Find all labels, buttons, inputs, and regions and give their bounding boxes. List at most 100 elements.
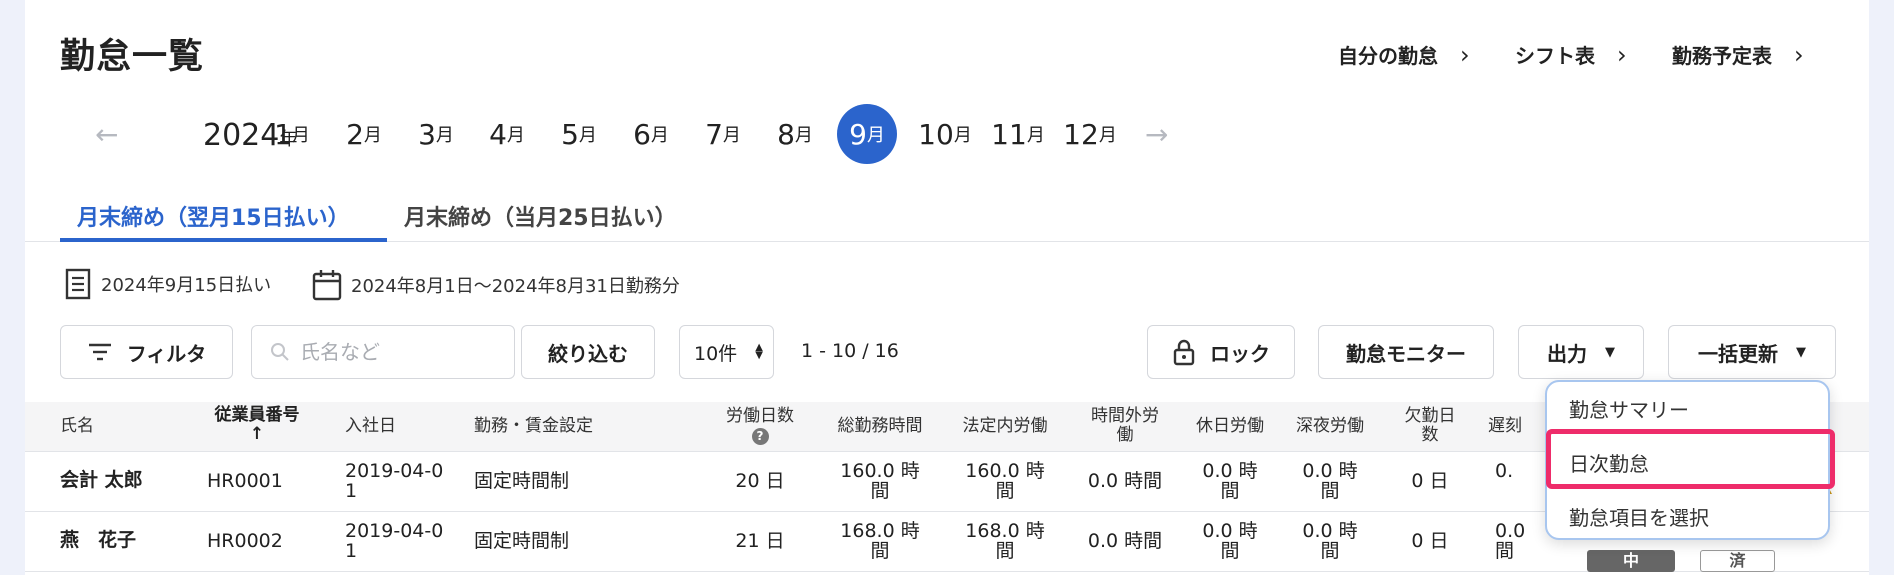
menu-item-attendance-summary[interactable]: 勤怠サマリー [1569, 394, 1689, 423]
pay-date-info: 2024年9月15日払い [63, 268, 271, 300]
filter-icon [88, 343, 111, 361]
lock-label: ロック [1210, 341, 1270, 366]
col-overtime-line1: 時間外労 [1091, 406, 1159, 426]
absence-days: 0 日 [1411, 530, 1449, 552]
col-overtime-line2: 働 [1116, 425, 1134, 445]
late-hours: 0. [1495, 460, 1514, 482]
active-tab-indicator [60, 238, 387, 242]
pay-date: 2024年9月15日払い [101, 275, 272, 296]
main-panel: 勤怠一覧 自分の勤怠 › シフト表 › 勤務予定表 › ← 2024年 1月 2… [25, 0, 1869, 575]
col-work-days[interactable]: 労働日数 ? [715, 407, 805, 445]
search-input[interactable] [300, 340, 500, 364]
wage-setting: 固定時間制 [474, 470, 570, 492]
chevron-right-icon: › [1794, 40, 1804, 69]
col-late[interactable]: 遅刻 [1488, 417, 1522, 436]
work-period-info: 2024年8月1日〜2024年8月31日勤務分 [311, 268, 680, 302]
night-hours: 0.0 時間 [1302, 460, 1358, 502]
caret-down-icon: ▼ [1605, 344, 1615, 360]
total-hours: 160.0 時間 [840, 460, 920, 502]
highlight-box [1546, 429, 1835, 489]
filter-label: フィルタ [126, 341, 207, 366]
lock-button[interactable]: ロック [1147, 325, 1295, 379]
bulk-update-label: 一括更新 [1698, 341, 1778, 366]
calendar-icon [312, 270, 342, 301]
month-7[interactable]: 7月 [693, 104, 753, 164]
night-hours: 0.0 時間 [1302, 520, 1358, 562]
wage-setting: 固定時間制 [474, 530, 570, 552]
col-total-hours[interactable]: 総勤務時間 [830, 417, 930, 436]
legal-hours: 168.0 時間 [965, 520, 1045, 562]
filter-button[interactable]: フィルタ [60, 325, 233, 379]
month-5[interactable]: 5月 [549, 104, 609, 164]
bulk-update-button[interactable]: 一括更新 ▼ [1668, 325, 1836, 379]
search-field[interactable] [251, 325, 515, 379]
shift-table-label: シフト表 [1515, 44, 1595, 68]
next-year-arrow-icon[interactable]: → [1145, 118, 1168, 151]
work-days: 21 日 [735, 530, 785, 552]
legal-hours: 160.0 時間 [965, 460, 1045, 502]
col-hire-date[interactable]: 入社日 [345, 417, 396, 436]
holiday-hours: 0.0 時間 [1202, 460, 1258, 502]
month-selector: ← 2024年 1月 2月 3月 4月 5月 6月 7月 8月 9月 10 月 1… [85, 104, 1185, 164]
search-icon [271, 343, 289, 361]
chevron-right-icon: › [1460, 40, 1470, 69]
per-page-select[interactable]: 10件 ▲ ▼ [679, 325, 774, 379]
page-title: 勤怠一覧 [60, 37, 205, 77]
col-overtime[interactable]: 時間外労 働 [1075, 407, 1175, 445]
chevron-right-icon: › [1617, 40, 1627, 69]
per-page-value: 10件 [694, 342, 738, 365]
col-work-days-label: 労働日数 [726, 406, 794, 426]
col-name[interactable]: 氏名 [60, 417, 94, 436]
status-badge-in-progress: 中 [1587, 550, 1675, 572]
my-attendance-link[interactable]: 自分の勤怠 › [1338, 40, 1470, 69]
output-label: 出力 [1547, 341, 1587, 366]
month-11[interactable]: 11 月 [988, 104, 1048, 164]
sort-asc-icon: ↑ [249, 424, 265, 444]
pagination-range: 1 - 10 / 16 [801, 340, 899, 362]
overtime-hours: 0.0 時間 [1087, 530, 1163, 552]
late-hours: 0.0 間 [1495, 520, 1526, 562]
prev-year-arrow-icon[interactable]: ← [95, 118, 118, 151]
col-wage-setting[interactable]: 勤務・賃金設定 [474, 417, 593, 436]
tab-closing-current-25[interactable]: 月末締め（当月25日払い） [404, 200, 677, 232]
employee-name[interactable]: 燕 花子 [60, 530, 136, 550]
holiday-hours: 0.0 時間 [1202, 520, 1258, 562]
col-employee-no-label: 従業員番号 [214, 405, 300, 425]
month-6[interactable]: 6月 [621, 104, 681, 164]
hire-date: 2019-04-0 1 [345, 460, 444, 502]
col-employee-no[interactable]: 従業員番号 ↑ [207, 406, 307, 444]
month-4[interactable]: 4月 [477, 104, 537, 164]
work-days: 20 日 [735, 470, 785, 492]
menu-item-select-attendance-fields[interactable]: 勤怠項目を選択 [1569, 502, 1709, 531]
month-1[interactable]: 1月 [262, 104, 322, 164]
col-absence-line1: 欠勤日 [1404, 406, 1456, 426]
status-badge-done: 済 [1700, 550, 1775, 572]
overtime-hours: 0.0 時間 [1087, 470, 1163, 492]
col-holiday[interactable]: 休日労働 [1185, 417, 1275, 436]
employee-no: HR0001 [207, 470, 283, 492]
output-button[interactable]: 出力 ▼ [1518, 325, 1644, 379]
tab-closing-next-15[interactable]: 月末締め（翌月15日払い） [77, 200, 350, 232]
col-legal-hours[interactable]: 法定内労働 [955, 417, 1055, 436]
attendance-monitor-button[interactable]: 勤怠モニター [1318, 325, 1494, 379]
month-8[interactable]: 8月 [765, 104, 825, 164]
total-hours: 168.0 時間 [840, 520, 920, 562]
month-12[interactable]: 12 月 [1060, 104, 1120, 164]
hire-date: 2019-04-0 1 [345, 520, 444, 562]
col-absence[interactable]: 欠勤日 数 [1395, 407, 1465, 445]
col-absence-line2: 数 [1421, 425, 1439, 445]
employee-no: HR0002 [207, 530, 283, 552]
absence-days: 0 日 [1411, 470, 1449, 492]
shift-table-link[interactable]: シフト表 › [1515, 40, 1627, 69]
month-3[interactable]: 3月 [406, 104, 466, 164]
work-schedule-link[interactable]: 勤務予定表 › [1672, 40, 1804, 69]
narrow-down-button[interactable]: 絞り込む [521, 325, 655, 379]
lock-icon [1173, 339, 1195, 366]
month-2[interactable]: 2月 [334, 104, 394, 164]
work-schedule-label: 勤務予定表 [1672, 44, 1772, 68]
col-night[interactable]: 深夜労働 [1285, 417, 1375, 436]
month-9-selected[interactable]: 9月 [837, 104, 897, 164]
month-10[interactable]: 10 月 [915, 104, 975, 164]
help-icon[interactable]: ? [751, 428, 769, 445]
employee-name[interactable]: 会計 太郎 [60, 470, 143, 490]
